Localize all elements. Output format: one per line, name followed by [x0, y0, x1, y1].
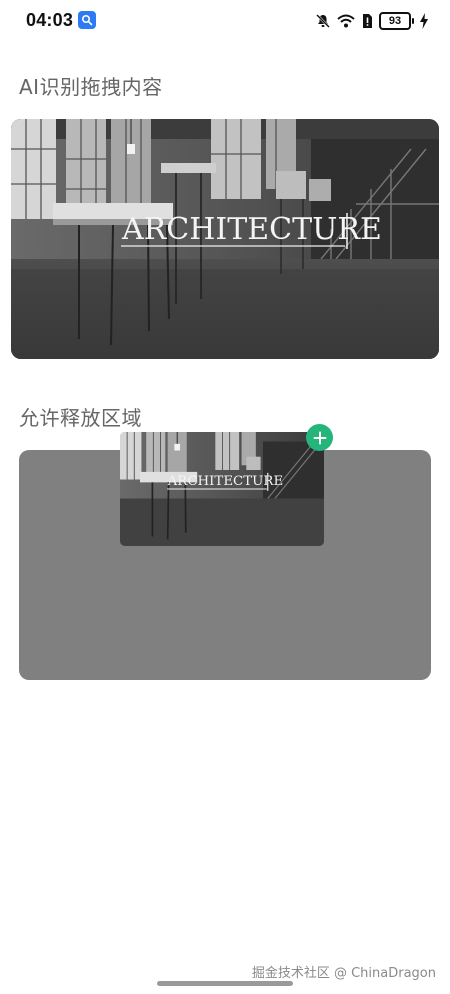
architecture-photo: ARCHITECTURE [11, 119, 439, 359]
battery-level: 93 [379, 12, 411, 30]
battery-indicator: 93 [379, 12, 414, 30]
battery-tip [412, 18, 414, 24]
drop-section-title: 允许释放区域 [19, 406, 142, 430]
charging-bolt-icon [420, 13, 428, 29]
status-time: 04:03 [26, 10, 74, 30]
wifi-icon [337, 13, 355, 29]
architecture-photo-thumbnail: ARCHITECTURE [120, 432, 324, 546]
mute-bell-icon [315, 13, 331, 29]
status-icons: 93 [315, 10, 428, 32]
screen: 04:03 93 AI识别拖拽内容 ARCHITECTURE 允许释放区域 AR… [0, 0, 450, 994]
plus-icon [306, 424, 333, 451]
source-image[interactable]: ARCHITECTURE [11, 119, 439, 359]
image-caption: ARCHITECTURE [121, 212, 382, 247]
thumbnail-caption: ARCHITECTURE [167, 474, 284, 489]
watermark: 掘金技术社区 @ ChinaDragon [251, 966, 436, 981]
drag-preview[interactable]: ARCHITECTURE [120, 432, 324, 546]
status-bar: 04:03 93 [0, 0, 450, 44]
gallery-search-icon [78, 11, 96, 29]
sim-alert-icon [361, 13, 373, 29]
source-section-title: AI识别拖拽内容 [19, 75, 163, 99]
home-indicator[interactable] [157, 981, 293, 986]
